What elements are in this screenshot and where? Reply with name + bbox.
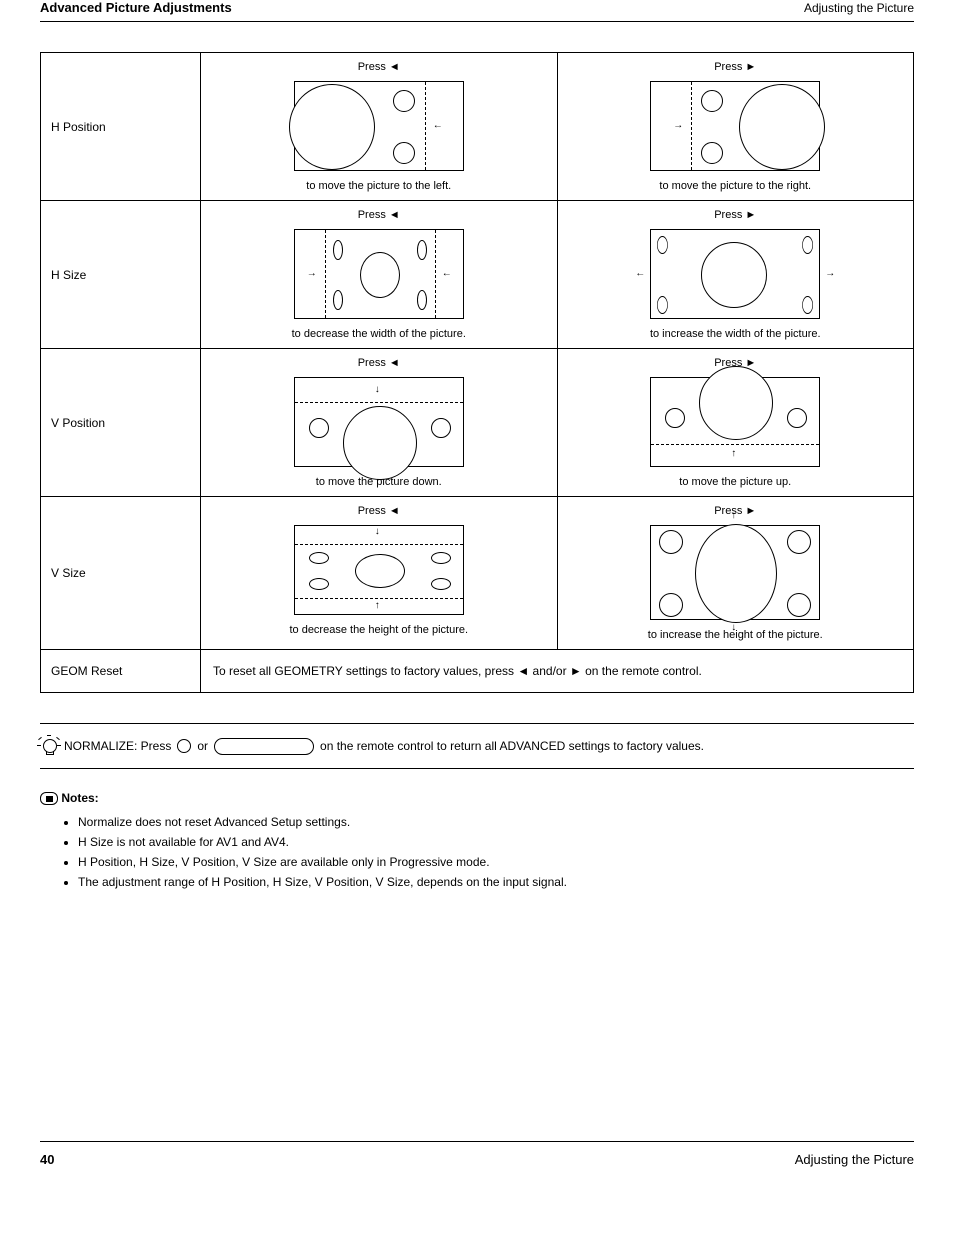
page-footer: 40 Adjusting the Picture xyxy=(40,1141,914,1167)
diagram-caption: to decrease the width of the picture. xyxy=(211,328,547,340)
diagram-caption: to decrease the height of the picture. xyxy=(211,624,547,636)
press-text: Press ◄ xyxy=(358,61,400,73)
row-label: V Position xyxy=(41,349,201,497)
diagram-cell-right: Press ► ← → to increase the width of the… xyxy=(557,201,914,349)
row-label: V Size xyxy=(41,497,201,650)
arrow-left-icon: ← xyxy=(442,270,452,278)
page-number: 40 xyxy=(40,1152,54,1167)
diagram-cell-right: Press ► ↑ to move the picture up. xyxy=(557,349,914,497)
notes-title: Notes: xyxy=(61,791,98,805)
arrow-down-icon: ↓ xyxy=(731,624,736,632)
diagram-cell-right: Press ► → to move the picture to the rig… xyxy=(557,53,914,201)
list-item: H Size is not available for AV1 and AV4. xyxy=(78,833,914,851)
table-row: V Position Press ◄ ↓ to move the picture… xyxy=(41,349,914,497)
table-row: H Size Press ◄ → ← to decrease the width… xyxy=(41,201,914,349)
list-item: H Position, H Size, V Position, V Size a… xyxy=(78,853,914,871)
diagram-cell-left: Press ◄ ↓ ↑ to decrease the height of th… xyxy=(201,497,558,650)
diagram-caption: to move the picture to the right. xyxy=(568,180,904,192)
press-text: Press ► xyxy=(714,209,756,221)
geometry-table: H Position Press ◄ ← to move the picture… xyxy=(40,52,914,693)
diagram-cell-left: Press ◄ ← to move the picture to the lef… xyxy=(201,53,558,201)
table-row: V Size Press ◄ ↓ ↑ to decrease the heigh… xyxy=(41,497,914,650)
diagram-cell-right: Press ► ↑ ↓ to increase the height of th… xyxy=(557,497,914,650)
normalize-tip: NORMALIZE: Press or on the remote contro… xyxy=(40,723,914,769)
press-text: Press ► xyxy=(714,61,756,73)
arrow-right-icon: → xyxy=(673,122,683,130)
list-item: Normalize does not reset Advanced Setup … xyxy=(78,813,914,831)
diagram-caption: to move the picture up. xyxy=(568,476,904,488)
diagram-caption: to increase the width of the picture. xyxy=(568,328,904,340)
arrow-right-icon: → xyxy=(307,270,317,278)
footer-title: Adjusting the Picture xyxy=(795,1152,914,1167)
arrow-up-icon: ↑ xyxy=(375,602,380,610)
press-text: Press ◄ xyxy=(358,209,400,221)
arrow-up-icon: ↑ xyxy=(731,450,736,458)
table-row-reset: GEOM Reset To reset all GEOMETRY setting… xyxy=(41,650,914,693)
diagram-cell-left: Press ◄ → ← to decrease the width of the… xyxy=(201,201,558,349)
tip-or: or xyxy=(197,737,208,755)
arrow-left-icon: ← xyxy=(635,270,645,278)
list-item: The adjustment range of H Position, H Si… xyxy=(78,873,914,891)
press-text: Press ◄ xyxy=(358,505,400,517)
diagram-cell-left: Press ◄ ↓ to move the picture down. xyxy=(201,349,558,497)
lightbulb-icon xyxy=(40,736,58,756)
arrow-left-icon: ← xyxy=(433,122,443,130)
row-label: GEOM Reset xyxy=(41,650,201,693)
arrow-up-icon: ↑ xyxy=(731,512,736,520)
arrow-down-icon: ↓ xyxy=(375,528,380,536)
arrow-right-icon: → xyxy=(825,270,835,278)
header-right: Adjusting the Picture xyxy=(804,1,914,15)
row-label: H Position xyxy=(41,53,201,201)
tip-tail: on the remote control to return all ADVA… xyxy=(320,737,704,755)
page-header: Advanced Picture Adjustments Adjusting t… xyxy=(40,0,914,22)
tip-lead: NORMALIZE: Press xyxy=(64,737,171,755)
notes-block: Notes: Normalize does not reset Advanced… xyxy=(40,789,914,891)
table-row: H Position Press ◄ ← to move the picture… xyxy=(41,53,914,201)
button-round-icon xyxy=(177,739,191,753)
press-text: Press ◄ xyxy=(358,357,400,369)
notes-list: Normalize does not reset Advanced Setup … xyxy=(78,813,914,891)
reset-text: To reset all GEOMETRY settings to factor… xyxy=(201,650,914,693)
button-pill-icon xyxy=(214,738,314,755)
arrow-down-icon: ↓ xyxy=(375,386,380,394)
header-left: Advanced Picture Adjustments xyxy=(40,0,232,15)
diagram-caption: to move the picture to the left. xyxy=(211,180,547,192)
note-icon xyxy=(40,792,58,805)
row-label: H Size xyxy=(41,201,201,349)
